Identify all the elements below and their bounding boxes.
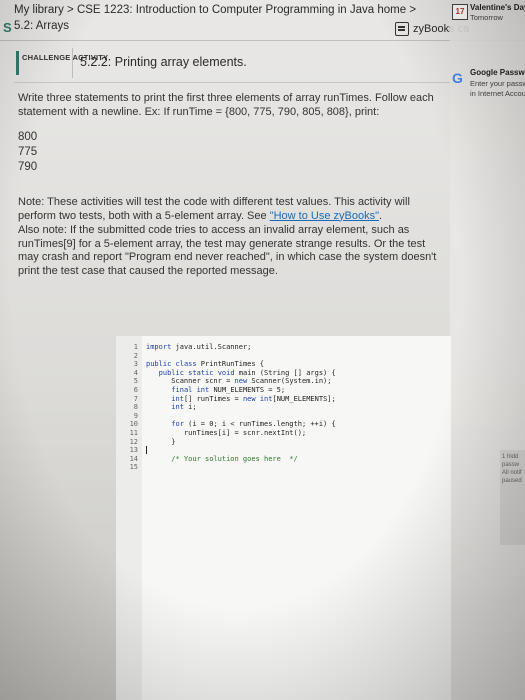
line-number: 9 (133, 411, 138, 420)
line-number: 7 (133, 394, 138, 403)
calendar-icon: 17 (452, 4, 468, 20)
expected-output-line: 775 (18, 146, 38, 158)
line-number: 8 (133, 403, 138, 412)
activity-divider (14, 82, 450, 83)
google-notification-line: Enter your password f (470, 79, 525, 88)
code-line[interactable]: int i; (146, 403, 196, 411)
line-number: 14 (129, 454, 138, 463)
line-number: 3 (133, 360, 138, 369)
code-line[interactable]: } (146, 438, 175, 446)
note-text: Note: These activities will test the cod… (18, 196, 410, 222)
header-divider (0, 40, 525, 41)
text-caret (146, 446, 147, 455)
badge-divider (72, 48, 73, 78)
line-number: 13 (129, 446, 138, 455)
google-notification-title[interactable]: Google Password Re (470, 68, 525, 77)
instructions-text: Write three statements to print the firs… (18, 92, 434, 118)
code-line[interactable]: public static void main (String [] args)… (146, 369, 336, 377)
code-line[interactable]: runTimes[i] = scnr.nextInt(); (146, 429, 306, 437)
line-number: 5 (133, 377, 138, 386)
event-title[interactable]: Valentine's Day (470, 3, 525, 12)
google-notification-line: in Internet Accounts. (470, 89, 525, 98)
activity-title: 5.2.2: Printing array elements. (80, 55, 247, 69)
activity-accent-bar (16, 51, 19, 75)
event-when: Tomorrow (470, 13, 503, 22)
line-number: 15 (129, 463, 138, 472)
google-icon: G (452, 70, 463, 86)
code-line[interactable]: public class PrintRunTimes { (146, 360, 264, 368)
code-line[interactable] (146, 446, 147, 455)
section-title: 5.2: Arrays (14, 20, 69, 32)
how-to-use-link[interactable]: "How to Use zyBooks" (270, 210, 379, 222)
breadcrumb[interactable]: My library > CSE 1223: Introduction to C… (14, 4, 416, 16)
notification-panel (450, 0, 525, 700)
expected-output-line: 790 (18, 161, 38, 173)
line-number: 11 (129, 429, 138, 437)
code-line[interactable]: for (i = 0; i < runTimes.length; ++i) { (146, 420, 335, 428)
expected-output-line: 800 (18, 131, 38, 143)
line-number: 6 (133, 386, 138, 394)
line-number: 12 (129, 437, 138, 446)
also-note-text: Also note: If the submitted code tries t… (18, 224, 437, 277)
line-number: 4 (133, 368, 138, 377)
book-icon (395, 22, 409, 36)
code-line[interactable]: int[] runTimes = new int[NUM_ELEMENTS]; (146, 395, 335, 403)
screen-photo: S My library > CSE 1223: Introduction to… (0, 0, 525, 700)
zybooks-logo[interactable]: S (3, 20, 12, 35)
line-number: 2 (133, 351, 138, 360)
code-line[interactable]: /* Your solution goes here */ (146, 455, 297, 463)
code-line[interactable]: final int NUM_ELEMENTS = 5; (146, 386, 285, 394)
line-number: 1 (133, 343, 138, 351)
code-line[interactable]: import java.util.Scanner; (146, 343, 251, 351)
notification-snippet: 1 hidd passw All notif paused (500, 450, 525, 545)
code-line[interactable]: Scanner scnr = new Scanner(System.in); (146, 377, 331, 385)
line-number: 10 (129, 420, 138, 429)
